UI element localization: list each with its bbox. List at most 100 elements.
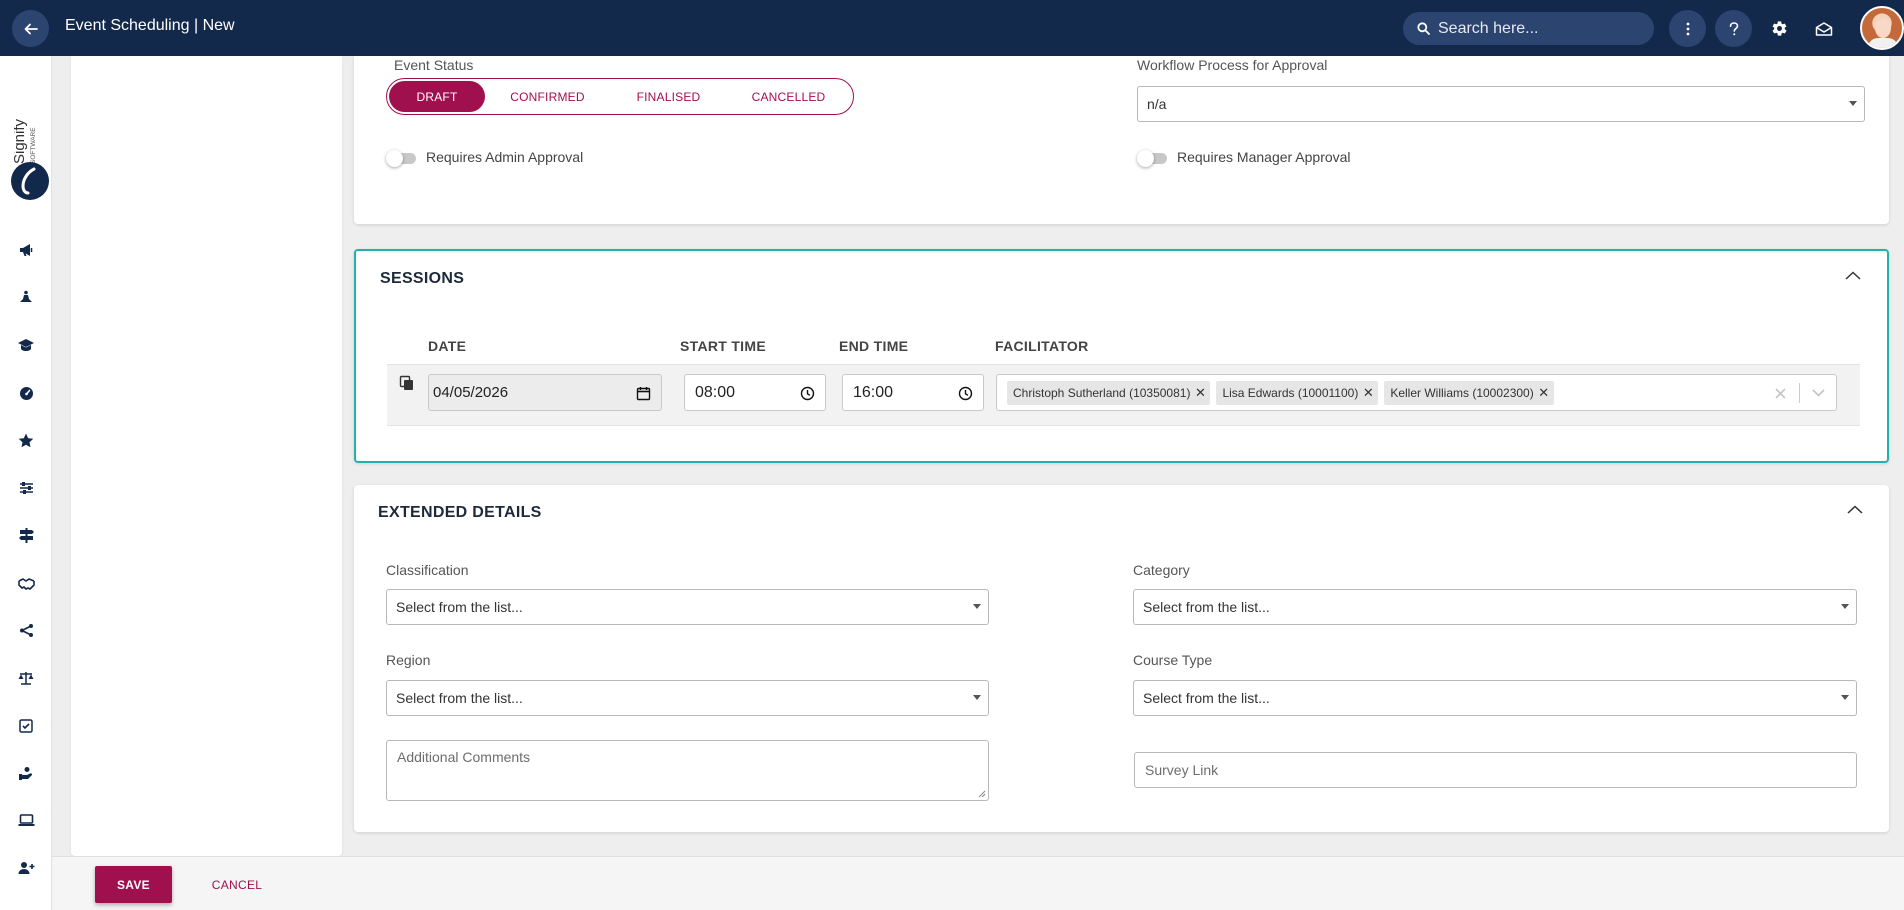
signify-logo-mark bbox=[11, 162, 49, 200]
facilitator-chip-label: Lisa Edwards (10001100) bbox=[1222, 385, 1359, 400]
region-select[interactable]: Select from the list... bbox=[386, 680, 989, 716]
chevron-down-icon bbox=[1841, 604, 1849, 609]
chevron-down-icon bbox=[1811, 389, 1825, 397]
extended-details-card: EXTENDED DETAILS Classification Select f… bbox=[354, 485, 1889, 832]
facilitator-chip-label: Keller Williams (10002300) bbox=[1390, 385, 1534, 400]
handshake-icon[interactable] bbox=[17, 574, 35, 592]
category-select[interactable]: Select from the list... bbox=[1133, 589, 1857, 625]
admin-approval-toggle[interactable] bbox=[386, 150, 416, 167]
column-header-start-time: START TIME bbox=[680, 338, 766, 354]
nav-rail: Signify SOFTWARE bbox=[0, 56, 52, 910]
search-bar[interactable] bbox=[1403, 12, 1654, 45]
laptop-icon[interactable] bbox=[17, 811, 35, 829]
event-details-card: Event Status DRAFT CONFIRMED FINALISED C… bbox=[354, 56, 1889, 224]
toggle-knob bbox=[386, 150, 403, 167]
facilitator-chip: Christoph Sutherland (10350081) ✕ bbox=[1007, 380, 1211, 405]
back-button[interactable] bbox=[12, 10, 49, 47]
start-time-value: 08:00 bbox=[695, 383, 736, 401]
admin-approval-label: Requires Admin Approval bbox=[426, 149, 584, 165]
add-user-icon[interactable] bbox=[17, 859, 35, 877]
page-title: Event Scheduling | New bbox=[65, 17, 235, 34]
messages-button[interactable] bbox=[1805, 10, 1842, 47]
status-draft-button[interactable]: DRAFT bbox=[389, 81, 485, 112]
remove-chip-icon[interactable]: ✕ bbox=[1358, 381, 1378, 405]
search-input[interactable] bbox=[1438, 19, 1638, 38]
event-status-segmented-control: DRAFT CONFIRMED FINALISED CANCELLED bbox=[386, 78, 854, 115]
dashboard-gauge-icon[interactable] bbox=[17, 384, 35, 402]
workflow-select[interactable]: n/a bbox=[1137, 86, 1865, 122]
remove-chip-icon[interactable]: ✕ bbox=[1534, 381, 1554, 405]
column-header-date: DATE bbox=[428, 338, 467, 354]
resize-handle-icon[interactable] bbox=[976, 788, 986, 798]
signpost-icon[interactable] bbox=[17, 526, 35, 544]
more-options-button[interactable] bbox=[1669, 10, 1706, 47]
search-icon bbox=[1417, 22, 1430, 35]
avatar-face bbox=[1875, 18, 1891, 38]
chevron-down-icon bbox=[973, 695, 981, 700]
course-type-label: Course Type bbox=[1133, 652, 1213, 668]
end-time-input[interactable]: 16:00 bbox=[842, 374, 984, 411]
save-button[interactable]: SAVE bbox=[95, 866, 172, 903]
classification-select[interactable]: Select from the list... bbox=[386, 589, 989, 625]
sessions-title: SESSIONS bbox=[380, 270, 465, 287]
avatar[interactable] bbox=[1860, 6, 1904, 50]
copy-icon[interactable] bbox=[399, 375, 415, 391]
clock-icon[interactable] bbox=[800, 386, 815, 401]
extended-details-title: EXTENDED DETAILS bbox=[378, 504, 542, 521]
course-type-select[interactable]: Select from the list... bbox=[1133, 680, 1857, 716]
status-finalised-button[interactable]: FINALISED bbox=[610, 81, 727, 112]
status-confirmed-button[interactable]: CONFIRMED bbox=[485, 81, 610, 112]
workflow-select-value: n/a bbox=[1147, 96, 1167, 112]
sliders-icon[interactable] bbox=[17, 479, 35, 497]
star-icon[interactable] bbox=[17, 431, 35, 449]
hand-coins-icon[interactable] bbox=[17, 764, 35, 782]
facilitator-chip-label: Christoph Sutherland (10350081) bbox=[1013, 385, 1191, 400]
session-date-input[interactable]: 04/05/2026 bbox=[428, 374, 662, 411]
chevron-down-icon bbox=[1841, 695, 1849, 700]
graduation-cap-icon[interactable] bbox=[17, 336, 35, 354]
chevron-down-icon bbox=[973, 604, 981, 609]
cancel-button[interactable]: CANCEL bbox=[202, 866, 272, 903]
sessions-collapse-button[interactable] bbox=[1843, 265, 1863, 285]
classification-label: Classification bbox=[386, 562, 469, 578]
signify-logo-text: Signify SOFTWARE bbox=[14, 118, 37, 164]
category-label: Category bbox=[1133, 562, 1190, 578]
status-cancelled-button[interactable]: CANCELLED bbox=[727, 81, 850, 112]
chevron-up-icon bbox=[1847, 504, 1863, 514]
region-select-value: Select from the list... bbox=[396, 690, 523, 706]
top-bar: Event Scheduling | New bbox=[0, 0, 1904, 56]
calendar-icon[interactable] bbox=[636, 386, 651, 401]
close-icon bbox=[1774, 387, 1786, 399]
facilitator-chip: Keller Williams (10002300) ✕ bbox=[1384, 380, 1554, 405]
facilitator-multiselect[interactable]: Christoph Sutherland (10350081) ✕ Lisa E… bbox=[996, 374, 1837, 411]
scales-icon[interactable] bbox=[17, 669, 35, 687]
manager-approval-toggle[interactable] bbox=[1137, 150, 1167, 167]
more-vertical-icon bbox=[1686, 22, 1689, 35]
settings-button[interactable] bbox=[1761, 10, 1798, 47]
logo-wordmark: Signify bbox=[14, 118, 28, 164]
help-button[interactable] bbox=[1715, 10, 1752, 47]
checklist-icon[interactable] bbox=[17, 716, 35, 734]
meditation-icon[interactable] bbox=[17, 288, 35, 306]
clock-icon[interactable] bbox=[958, 386, 973, 401]
facilitator-dropdown-button[interactable] bbox=[1808, 383, 1828, 403]
start-time-input[interactable]: 08:00 bbox=[684, 374, 826, 411]
workflow-label: Workflow Process for Approval bbox=[1137, 57, 1328, 73]
hierarchy-icon[interactable] bbox=[17, 621, 35, 639]
extended-collapse-button[interactable] bbox=[1845, 499, 1865, 519]
clear-all-button[interactable] bbox=[1770, 383, 1790, 403]
category-select-value: Select from the list... bbox=[1143, 599, 1270, 615]
event-status-label: Event Status bbox=[394, 57, 474, 73]
megaphone-icon[interactable] bbox=[17, 241, 35, 259]
region-label: Region bbox=[386, 652, 431, 668]
chevron-down-icon bbox=[1849, 101, 1857, 106]
classification-select-value: Select from the list... bbox=[396, 599, 523, 615]
additional-comments-textarea[interactable] bbox=[386, 740, 989, 801]
remove-chip-icon[interactable]: ✕ bbox=[1190, 381, 1210, 405]
column-header-facilitator: FACILITATOR bbox=[995, 338, 1089, 354]
survey-link-input[interactable] bbox=[1134, 752, 1857, 788]
left-panel bbox=[71, 56, 342, 856]
help-icon bbox=[1729, 21, 1738, 35]
logo-subtext: SOFTWARE bbox=[30, 127, 37, 164]
mail-icon bbox=[1815, 21, 1832, 36]
